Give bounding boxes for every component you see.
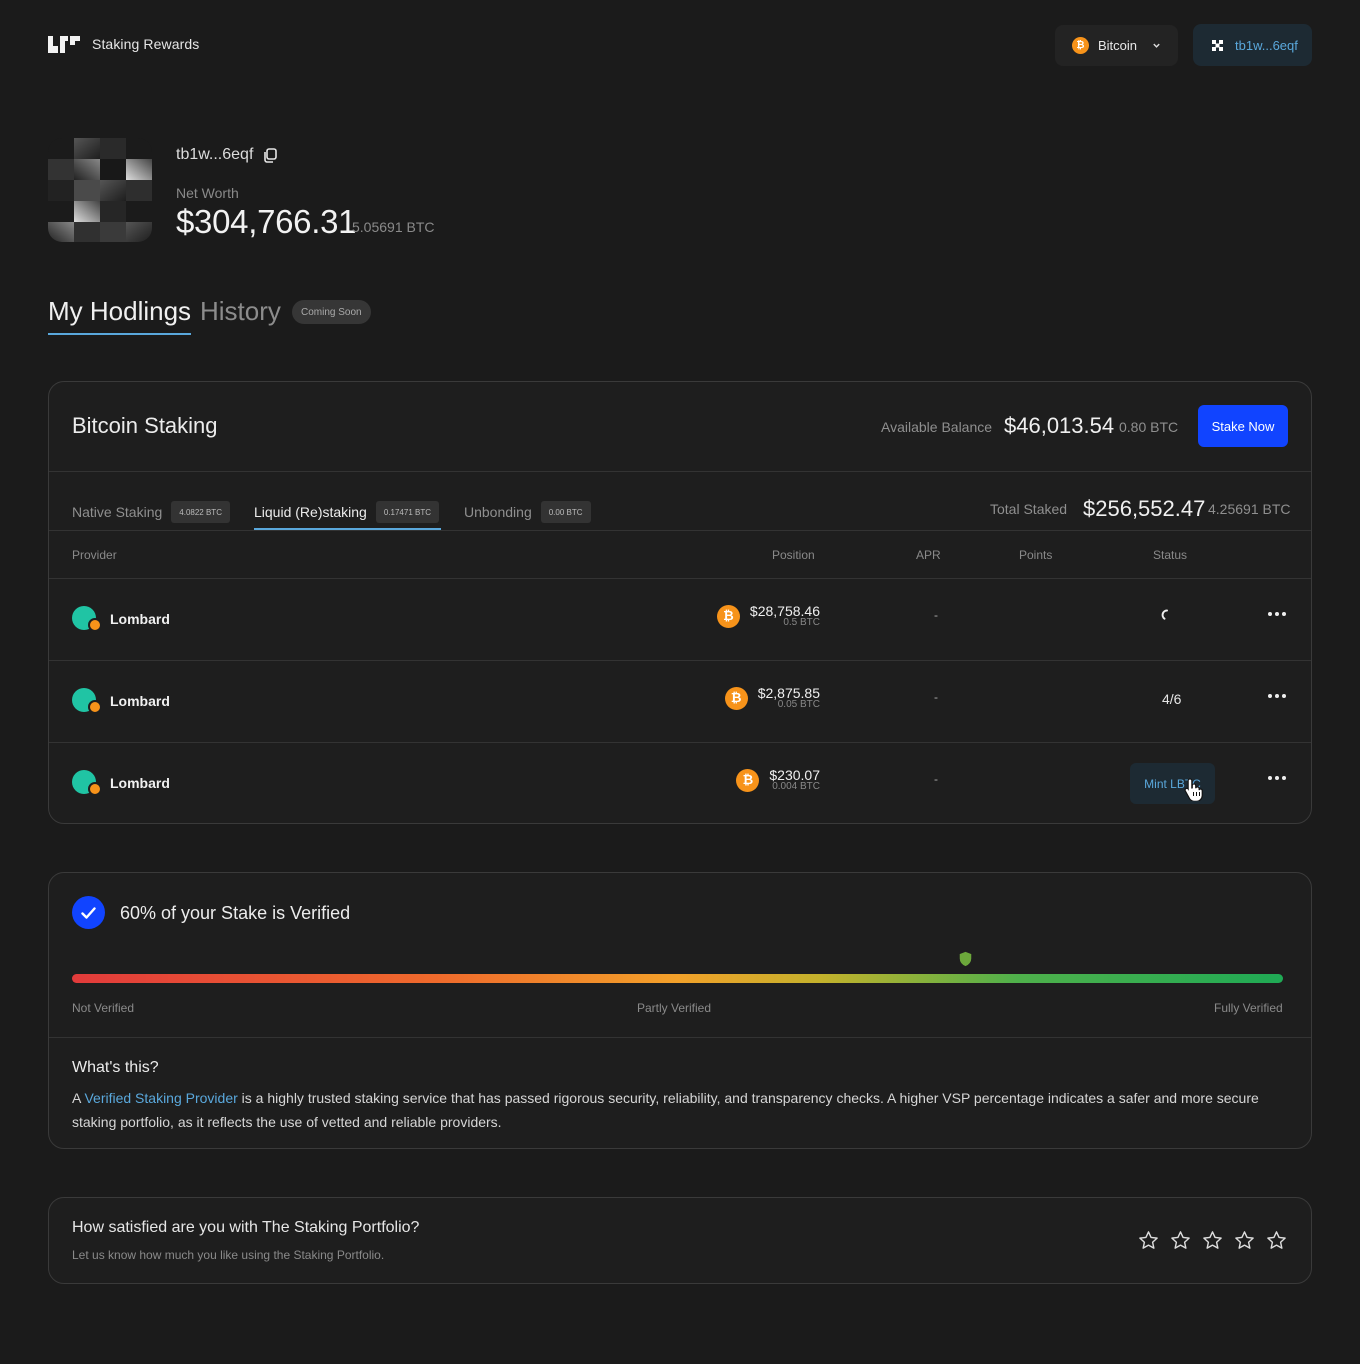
- more-options-icon[interactable]: [1267, 611, 1287, 617]
- position-btc: 0.05 BTC: [777, 699, 820, 710]
- bitcoin-icon: ₿: [736, 768, 760, 792]
- subtab-label: Liquid (Re)staking: [254, 504, 367, 520]
- column-header-position: Position: [772, 548, 815, 562]
- bitcoin-staking-card: Bitcoin Staking Available Balance $46,01…: [48, 381, 1312, 824]
- table-row[interactable]: Lombard ₿ $230.07 0.004 BTC - Mint LBTC: [49, 742, 1311, 823]
- star-icon[interactable]: [1138, 1230, 1159, 1251]
- column-header-provider: Provider: [72, 548, 117, 562]
- brand-name[interactable]: Staking Rewards: [92, 36, 199, 52]
- divider: [49, 530, 1311, 531]
- position-usd: $2,875.85: [757, 685, 820, 701]
- check-icon: [72, 896, 105, 929]
- net-worth-btc: 5.05691 BTC: [352, 219, 435, 235]
- lombard-logo-icon: [72, 688, 102, 714]
- stake-now-button[interactable]: Stake Now: [1198, 405, 1288, 447]
- column-header-status: Status: [1153, 548, 1188, 562]
- available-balance-label: Available Balance: [881, 419, 993, 435]
- lombard-logo-icon: [72, 770, 102, 796]
- provider-cell: Lombard: [72, 606, 170, 632]
- table-row[interactable]: Lombard ₿ $28,758.46 0.5 BTC -: [49, 578, 1311, 660]
- card-title: Bitcoin Staking: [72, 413, 218, 438]
- network-label: Bitcoin: [1098, 38, 1138, 53]
- tab-my-hodlings[interactable]: My Hodlings: [48, 296, 192, 335]
- copy-icon[interactable]: [263, 147, 278, 163]
- coming-soon-badge: Coming Soon: [292, 300, 371, 324]
- feedback-card: How satisfied are you with The Staking P…: [48, 1197, 1312, 1284]
- subtab-badge: 0.17471 BTC: [375, 501, 439, 523]
- network-selector[interactable]: ₿ Bitcoin: [1055, 25, 1178, 66]
- feedback-question: How satisfied are you with The Staking P…: [72, 1219, 420, 1236]
- divider: [49, 471, 1311, 472]
- loading-spinner-icon: [1161, 609, 1168, 620]
- subtab-liquid-restaking[interactable]: Liquid (Re)staking 0.17471 BTC: [254, 501, 439, 523]
- more-options-icon[interactable]: [1267, 693, 1287, 699]
- subtab-label: Unbonding: [464, 504, 532, 520]
- star-icon[interactable]: [1202, 1230, 1223, 1251]
- provider-name: Lombard: [110, 693, 170, 709]
- column-header-points: Points: [1019, 548, 1053, 562]
- net-worth-value: $304,766.31: [176, 203, 357, 240]
- tab-history[interactable]: History: [200, 296, 281, 327]
- lombard-logo-icon: [72, 606, 102, 632]
- provider-name: Lombard: [110, 611, 170, 627]
- position-btc: 0.004 BTC: [772, 781, 820, 792]
- verification-card: 60% of your Stake is Verified Not Verifi…: [48, 872, 1312, 1149]
- wallet-connect-icon: [1212, 39, 1223, 51]
- net-worth-label: Net Worth: [176, 185, 239, 201]
- star-icon[interactable]: [1234, 1230, 1255, 1251]
- bitcoin-icon: ₿: [716, 604, 740, 628]
- provider-cell: Lombard: [72, 688, 170, 714]
- provider-name: Lombard: [110, 775, 170, 791]
- subtab-unbonding[interactable]: Unbonding 0.00 BTC: [464, 501, 591, 523]
- position-cell: ₿ $2,875.85 0.05 BTC: [724, 685, 820, 710]
- more-options-icon[interactable]: [1267, 775, 1287, 781]
- divider: [49, 1037, 1311, 1038]
- shield-marker-icon: [957, 950, 973, 968]
- position-btc: 0.5 BTC: [783, 617, 820, 628]
- verified-staking-provider-link[interactable]: Verified Staking Provider: [84, 1090, 237, 1106]
- label-fully-verified: Fully Verified: [1214, 1001, 1283, 1015]
- verification-description: A Verified Staking Provider is a highly …: [72, 1086, 1272, 1134]
- apr-value: -: [934, 608, 938, 622]
- available-balance-btc: 0.80 BTC: [1119, 419, 1179, 435]
- avatar: [48, 138, 152, 242]
- column-header-apr: APR: [916, 548, 941, 562]
- subtab-badge: 4.0822 BTC: [171, 501, 230, 523]
- hand-pointer-cursor-icon: [1184, 778, 1203, 801]
- apr-value: -: [934, 690, 938, 704]
- subtab-label: Native Staking: [72, 504, 163, 520]
- total-staked-usd: $256,552.47: [1083, 496, 1206, 521]
- position-usd: $230.07: [769, 767, 820, 783]
- verification-gradient-bar: [72, 974, 1283, 983]
- bitcoin-icon: ₿: [724, 686, 748, 710]
- verification-title: 60% of your Stake is Verified: [120, 903, 351, 923]
- apr-value: -: [934, 772, 938, 786]
- desc-prefix: A: [72, 1090, 85, 1106]
- available-balance-usd: $46,013.54: [1004, 413, 1115, 438]
- wallet-button[interactable]: tb1w...6eqf: [1193, 24, 1312, 66]
- profile-address-row: tb1w...6eqf: [176, 146, 278, 164]
- star-icon[interactable]: [1266, 1230, 1287, 1251]
- feedback-subtitle: Let us know how much you like using the …: [72, 1248, 385, 1262]
- provider-cell: Lombard: [72, 770, 170, 796]
- star-icon[interactable]: [1170, 1230, 1191, 1251]
- wallet-address: tb1w...6eqf: [1235, 37, 1298, 53]
- subtab-badge: 0.00 BTC: [540, 501, 591, 523]
- total-staked-btc: 4.25691 BTC: [1208, 501, 1291, 517]
- label-partly-verified: Partly Verified: [637, 1001, 712, 1015]
- total-staked-label: Total Staked: [990, 501, 1068, 517]
- position-cell: ₿ $230.07 0.004 BTC: [736, 768, 820, 792]
- desc-text: is a highly trusted staking service that…: [72, 1090, 1259, 1130]
- table-row[interactable]: Lombard ₿ $2,875.85 0.05 BTC - 4/6: [49, 660, 1311, 742]
- subtab-native-staking[interactable]: Native Staking 4.0822 BTC: [72, 501, 230, 523]
- chevron-down-icon: [1153, 43, 1160, 48]
- label-not-verified: Not Verified: [72, 1001, 135, 1015]
- bitcoin-icon: ₿: [1072, 37, 1089, 54]
- profile-address: tb1w...6eqf: [176, 146, 254, 163]
- whats-this-heading: What's this?: [72, 1059, 159, 1076]
- staking-rewards-logo-icon[interactable]: [48, 36, 80, 53]
- position-usd: $28,758.46: [749, 603, 820, 619]
- status-progress: 4/6: [1162, 691, 1182, 707]
- position-cell: ₿ $28,758.46 0.5 BTC: [716, 603, 820, 628]
